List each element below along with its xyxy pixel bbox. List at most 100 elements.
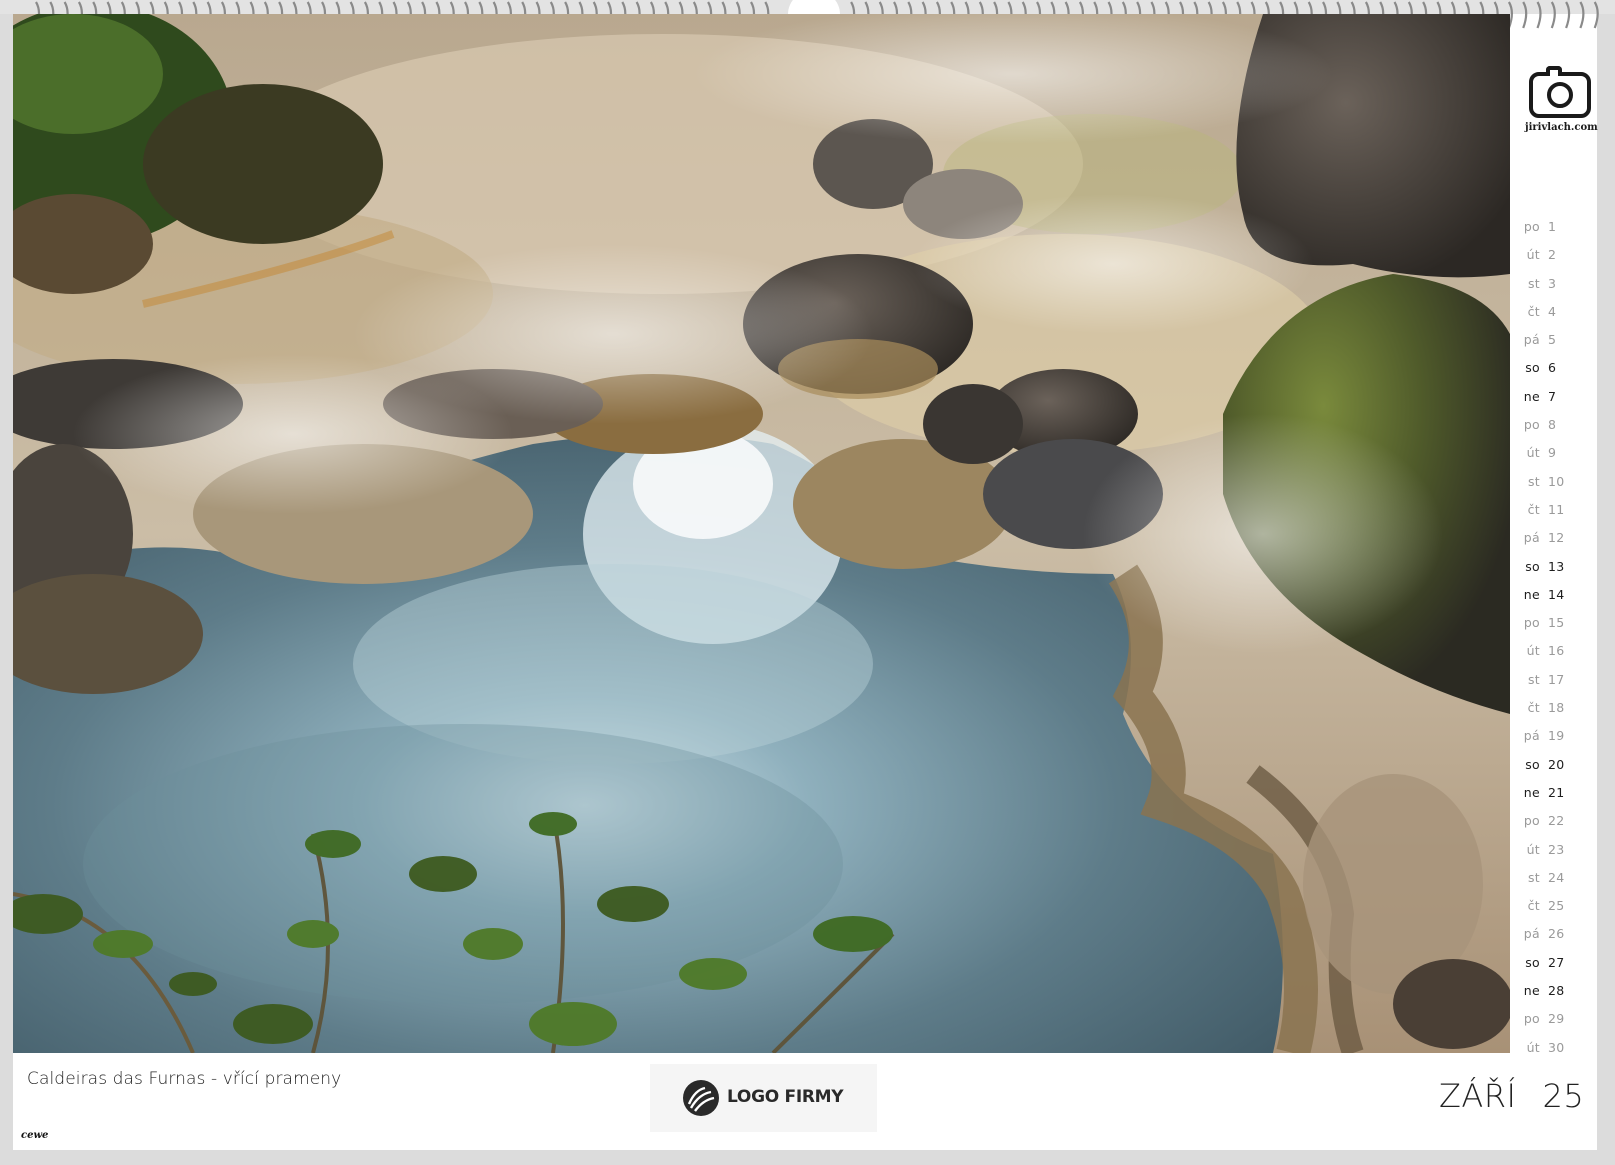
day-row: čt 11 [1510,496,1610,524]
binding-coil [1550,1,1556,29]
day-row: so 27 [1510,949,1610,977]
company-logo-icon [683,1080,719,1116]
day-weekday: čt [1527,501,1540,517]
day-weekday: pá [1523,728,1540,744]
day-row: so 20 [1510,751,1610,779]
day-weekday: čt [1527,303,1540,319]
day-number: 30 [1548,1039,1565,1055]
photographer-logo: jirivlach.com [1525,64,1601,140]
day-row: čt 4 [1510,298,1610,326]
binding-coil [1536,1,1542,29]
day-number: 27 [1548,954,1565,970]
day-weekday: po [1523,813,1540,829]
day-number: 2 [1548,247,1557,263]
day-row: pá 26 [1510,920,1610,948]
day-number: 5 [1548,332,1557,348]
day-row: pá 12 [1510,524,1610,552]
day-row: pá 5 [1510,326,1610,354]
day-number: 14 [1548,586,1565,602]
day-row: út 30 [1510,1034,1610,1062]
day-number: 21 [1548,784,1565,800]
photo-caption: Caldeiras das Furnas - vřící prameny [27,1069,342,1089]
day-number: 16 [1548,643,1565,659]
day-weekday: so [1525,756,1540,772]
day-number: 22 [1548,813,1565,829]
day-row: st 10 [1510,468,1610,496]
day-number: 9 [1548,445,1557,461]
camera-icon [1529,66,1591,118]
binding-coil [1522,1,1528,29]
day-row: po 8 [1510,411,1610,439]
day-row: čt 18 [1510,694,1610,722]
day-weekday: út [1526,643,1540,659]
day-weekday: so [1525,954,1540,970]
day-row: po 22 [1510,807,1610,835]
day-row: út 16 [1510,637,1610,665]
day-weekday: po [1523,417,1540,433]
day-weekday: ne [1523,983,1540,999]
day-number: 29 [1548,1011,1565,1027]
company-logo: LOGO FIRMY [650,1064,877,1132]
day-weekday: út [1526,247,1540,263]
cewe-brand-mark: cewe [21,1130,49,1141]
day-row: pá 19 [1510,722,1610,750]
day-number: 15 [1548,615,1565,631]
day-row: ne 21 [1510,779,1610,807]
day-number: 20 [1548,756,1565,772]
day-number: 12 [1548,530,1565,546]
day-number: 28 [1548,983,1565,999]
binding-coil [1565,1,1571,29]
day-row: ne 7 [1510,383,1610,411]
company-logo-text: LOGO FIRMY [727,1087,844,1107]
day-weekday: so [1525,558,1540,574]
day-number: 1 [1548,219,1557,234]
month-name: ZÁŘÍ [1439,1077,1517,1115]
day-row: po 29 [1510,1005,1610,1033]
day-weekday: ne [1523,784,1540,800]
day-row: út 2 [1510,241,1610,269]
day-row: st 3 [1510,270,1610,298]
day-weekday: st [1527,275,1540,291]
day-weekday: út [1526,841,1540,857]
binding-coil [1593,1,1599,29]
day-weekday: po [1523,615,1540,631]
day-weekday: st [1527,869,1540,885]
year: 25 [1542,1077,1585,1115]
day-weekday: pá [1523,530,1540,546]
day-row: so 13 [1510,553,1610,581]
day-number: 26 [1548,926,1565,942]
day-row: út 23 [1510,836,1610,864]
day-number: 8 [1548,417,1557,433]
day-number: 11 [1548,501,1565,517]
day-list: po 1 út 2 st 3 čt 4 pá 5 so 6 ne 7 po 8 út 9 st 10 čt 11 pá 12 s… [1510,213,1610,1062]
day-number: 23 [1548,841,1565,857]
day-weekday: út [1526,1039,1540,1055]
day-row: po 15 [1510,609,1610,637]
day-row: st 17 [1510,666,1610,694]
day-weekday: čt [1527,898,1540,914]
binding-coil [1579,1,1585,29]
day-number: 10 [1548,473,1565,489]
day-weekday: po [1523,219,1540,234]
day-weekday: pá [1523,332,1540,348]
hot-spring-photo [13,14,1510,1053]
day-row: út 9 [1510,439,1610,467]
month-title: ZÁŘÍ 25 [1439,1077,1584,1115]
day-number: 7 [1548,388,1557,404]
day-weekday: so [1525,360,1540,376]
day-row: po 1 [1510,213,1610,241]
day-weekday: čt [1527,700,1540,716]
day-row: so 6 [1510,354,1610,382]
day-number: 3 [1548,275,1557,291]
day-weekday: ne [1523,586,1540,602]
day-number: 24 [1548,869,1565,885]
day-weekday: st [1527,473,1540,489]
calendar-photo [13,14,1510,1053]
day-number: 25 [1548,898,1565,914]
day-number: 4 [1548,303,1557,319]
day-number: 6 [1548,360,1557,376]
photographer-url: jirivlach.com [1525,122,1598,133]
day-weekday: st [1527,671,1540,687]
day-row: čt 25 [1510,892,1610,920]
day-weekday: ne [1523,388,1540,404]
